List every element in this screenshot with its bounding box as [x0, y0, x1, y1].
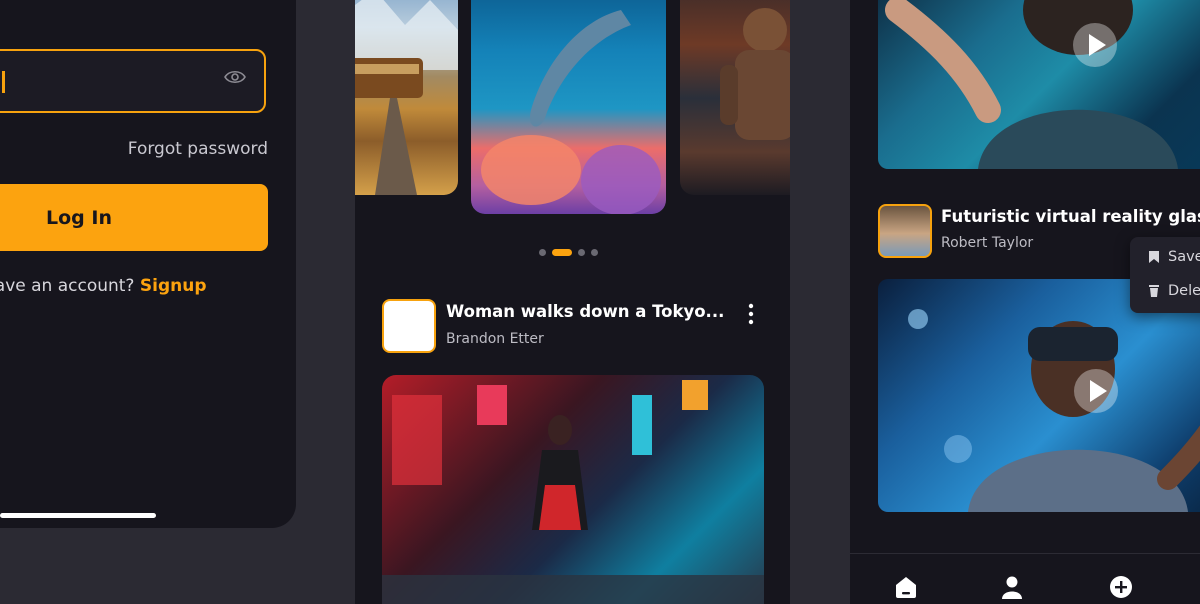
video-title[interactable]: Futuristic virtual reality glasses [941, 207, 1200, 226]
carousel-image-dolphin[interactable] [471, 0, 666, 214]
trash-icon [1149, 285, 1159, 297]
home-indicator [0, 513, 156, 518]
video-thumbnail-top[interactable] [878, 0, 1200, 169]
post-author[interactable]: Brandon Etter [446, 331, 544, 347]
post-image[interactable] [382, 375, 764, 604]
text-cursor [2, 71, 5, 93]
forgot-password-link[interactable]: Forgot password [128, 139, 268, 159]
pagination-dot-active[interactable] [552, 249, 572, 256]
dolphin-illustration [481, 10, 661, 214]
video-screen: Futuristic virtual reality glasses Rober… [850, 0, 1200, 604]
tokyo-street-illustration [382, 380, 764, 604]
carousel-pagination [539, 249, 598, 256]
password-field[interactable] [0, 49, 266, 113]
login-button-label: Log In [46, 206, 112, 229]
login-button[interactable]: Log In [0, 184, 268, 251]
play-icon[interactable] [1074, 369, 1118, 413]
menu-item-save[interactable]: Save [1148, 249, 1200, 265]
carousel-image-train[interactable] [355, 0, 458, 195]
pagination-dot[interactable] [578, 249, 585, 256]
profile-icon[interactable] [999, 574, 1025, 600]
vr-headset-illustration [908, 309, 1200, 512]
bookmark-icon [1149, 251, 1159, 263]
more-options-icon[interactable] [744, 303, 758, 325]
login-screen: Forgot password Log In have an account? … [0, 0, 296, 528]
video-author[interactable]: Robert Taylor [941, 235, 1033, 251]
menu-item-save-label: Save [1168, 249, 1200, 265]
post-title[interactable]: Woman walks down a Tokyo... [446, 302, 724, 321]
author-avatar[interactable] [382, 299, 436, 353]
pagination-dot[interactable] [539, 249, 546, 256]
menu-item-delete-label: Dele [1168, 283, 1200, 299]
menu-item-delete[interactable]: Dele [1148, 283, 1200, 299]
signup-prompt: have an account? Signup [0, 276, 207, 296]
feed-screen: Woman walks down a Tokyo... Brandon Ette… [355, 0, 790, 604]
home-icon[interactable] [893, 574, 919, 600]
video-thumbnail-bottom[interactable] [878, 279, 1200, 512]
context-menu: Save Dele [1130, 237, 1200, 313]
train-illustration [355, 0, 458, 195]
play-icon[interactable] [1073, 23, 1117, 67]
diver-illustration [720, 8, 790, 140]
video-author-avatar[interactable] [878, 204, 932, 258]
eye-icon[interactable] [224, 69, 246, 85]
bottom-nav [850, 553, 1200, 604]
add-icon[interactable] [1108, 574, 1134, 600]
vr-person-illustration [885, 0, 1178, 169]
carousel-image-diver[interactable] [680, 0, 790, 195]
signup-prompt-text: have an account? [0, 276, 135, 296]
signup-link[interactable]: Signup [140, 276, 207, 296]
pagination-dot[interactable] [591, 249, 598, 256]
